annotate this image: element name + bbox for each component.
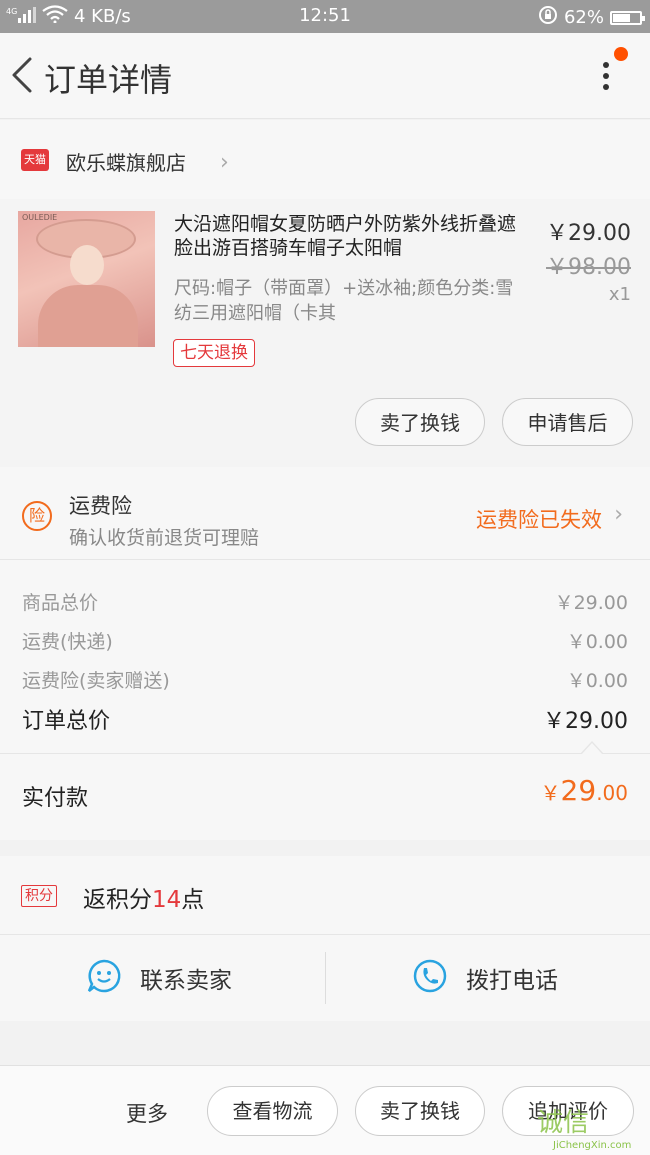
- insurance-subtitle: 确认收货前退货可理赔: [69, 527, 260, 549]
- battery-icon: [610, 10, 645, 25]
- cost-breakdown: 商品总价 ￥29.00 运费(快递) ￥0.00 运费险(卖家赠送) ￥0.00…: [0, 560, 650, 754]
- product-original-price: ￥98.00: [546, 255, 631, 280]
- chevron-right-icon: ›: [220, 150, 229, 175]
- actual-payment-row: 实付款 ￥29.00: [0, 754, 650, 840]
- cost-value: ￥29.00: [554, 592, 628, 614]
- insurance-status: 运费险已失效: [476, 508, 602, 532]
- points-text: 返积分14点: [83, 887, 205, 913]
- points-badge: 积分: [21, 885, 57, 907]
- battery-percent: 62%: [563, 7, 604, 28]
- points-row: 积分 返积分14点: [0, 856, 650, 935]
- product-image[interactable]: OULEDIE: [18, 211, 155, 347]
- call-phone-label: 拨打电话: [466, 968, 558, 994]
- cost-value: ￥0.00: [566, 670, 628, 692]
- sell-for-cash-button[interactable]: 卖了换钱: [355, 1086, 485, 1136]
- insurance-title: 运费险: [69, 494, 132, 518]
- insurance-icon: 险: [22, 501, 52, 531]
- watermark-sub: JiChengXin.com: [553, 1140, 632, 1151]
- lock-rotation-icon: [538, 5, 558, 30]
- after-sales-button[interactable]: 申请售后: [502, 398, 633, 446]
- cost-label: 运费(快递): [22, 631, 113, 653]
- divider: [325, 952, 326, 1004]
- contact-bar: 联系卖家 拨打电话: [0, 935, 650, 1021]
- contact-seller-button[interactable]: 联系卖家: [86, 935, 232, 1021]
- chevron-right-icon: ›: [614, 502, 623, 527]
- watermark-main: 诚信: [537, 1108, 590, 1138]
- page-title: 订单详情: [44, 61, 173, 99]
- watermark-logo: 诚信 JiChengXin.com: [533, 1098, 650, 1155]
- shop-row[interactable]: 天猫 欧乐蝶旗舰店 ›: [0, 120, 650, 199]
- contact-seller-label: 联系卖家: [140, 968, 232, 994]
- product-card: OULEDIE 大沿遮阳帽女夏防晒户外防紫外线折叠遮脸出游百搭骑车帽子太阳帽 尺…: [0, 199, 650, 467]
- phone-icon: [412, 958, 448, 998]
- nav-bar: 订单详情: [0, 33, 650, 119]
- cost-label: 商品总价: [22, 592, 99, 614]
- cost-row: 运费(快递) ￥0.00: [22, 627, 628, 654]
- shop-name[interactable]: 欧乐蝶旗舰店: [66, 147, 186, 176]
- product-quantity: x1: [608, 284, 631, 305]
- product-title[interactable]: 大沿遮阳帽女夏防晒户外防紫外线折叠遮脸出游百搭骑车帽子太阳帽: [174, 212, 529, 260]
- actual-payment-amount: ￥29.00: [540, 774, 628, 807]
- order-total-value: ￥29.00: [543, 709, 628, 734]
- cost-value: ￥0.00: [566, 631, 628, 653]
- chat-icon: [86, 958, 122, 998]
- back-icon[interactable]: [8, 55, 38, 95]
- status-bar: 4G 4 KB/s 12:51 62%: [0, 0, 650, 33]
- product-price: ￥29.00: [546, 221, 631, 246]
- tmall-badge: 天猫: [21, 149, 49, 171]
- order-total-row: 订单总价 ￥29.00: [22, 703, 628, 735]
- notification-dot: [614, 47, 628, 61]
- cost-label: 运费险(卖家赠送): [22, 670, 170, 692]
- shipping-insurance-row[interactable]: 险 运费险 确认收货前退货可理赔 运费险已失效 ›: [0, 467, 650, 560]
- view-logistics-button[interactable]: 查看物流: [207, 1086, 338, 1136]
- status-right: 62%: [538, 5, 645, 30]
- cost-row: 商品总价 ￥29.00: [22, 588, 628, 615]
- actual-payment-label: 实付款: [22, 786, 89, 811]
- seven-day-return-badge: 七天退换: [173, 339, 255, 367]
- product-spec: 尺码:帽子（带面罩）+送冰袖;颜色分类:雪纺三用遮阳帽（卡其: [174, 278, 514, 324]
- order-total-label: 订单总价: [22, 709, 111, 734]
- more-button[interactable]: 更多: [126, 1098, 168, 1128]
- cost-row: 运费险(卖家赠送) ￥0.00: [22, 666, 628, 693]
- sell-for-cash-button[interactable]: 卖了换钱: [355, 398, 485, 446]
- product-image-brand: OULEDIE: [22, 213, 58, 222]
- more-menu-icon[interactable]: [596, 57, 616, 101]
- call-phone-button[interactable]: 拨打电话: [412, 935, 558, 1021]
